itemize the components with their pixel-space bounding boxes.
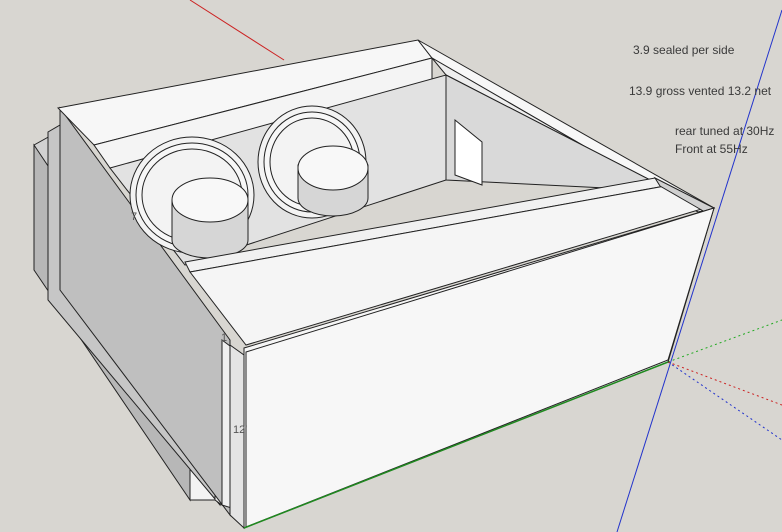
- blue-axis-dotted: [667, 361, 782, 441]
- dimension-label-front: 12': [233, 424, 248, 436]
- vented-note: 13.9 gross vented 13.2 net: [629, 84, 772, 98]
- rear-tuning-note: rear tuned at 30Hz: [675, 124, 775, 138]
- sealed-note: 3.9 sealed per side: [633, 43, 735, 57]
- red-axis-dotted: [667, 361, 782, 406]
- sketchup-viewport[interactable]: 3.9 sealed per side 13.9 gross vented 13…: [0, 0, 782, 532]
- front-slab-4: [229, 344, 245, 530]
- enclosure-model[interactable]: [0, 0, 782, 532]
- green-axis-dotted: [667, 319, 782, 363]
- red-axis: [189, 0, 285, 61]
- dimension-label-tiny: 1: [221, 332, 228, 344]
- front-tuning-note: Front at 55Hz: [675, 142, 748, 156]
- dimension-label-small: 7: [131, 211, 138, 223]
